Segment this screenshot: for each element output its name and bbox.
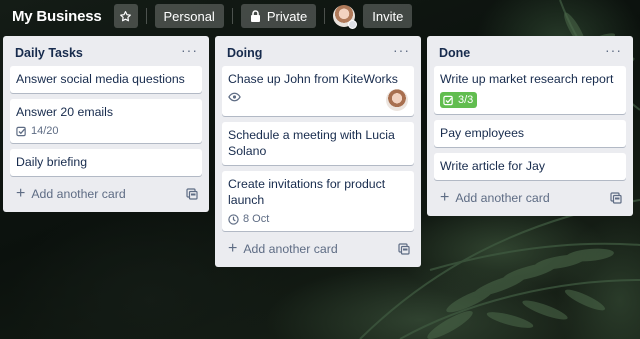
card-badges: 3/3	[440, 92, 619, 108]
card-title: Create invitations for product launch	[228, 177, 386, 207]
list-title[interactable]: Doing	[227, 46, 262, 60]
card[interactable]: Pay employees	[434, 120, 626, 147]
checklist-count: 14/20	[31, 125, 59, 137]
admin-badge-icon	[348, 20, 358, 29]
add-card-button[interactable]: + Add another card	[440, 189, 550, 206]
clock-icon	[228, 213, 239, 225]
card-title: Pay employees	[440, 126, 525, 140]
add-card-label: Add another card	[31, 187, 126, 201]
card-badges: 8 Oct	[228, 213, 407, 225]
card-title: Answer 20 emails	[16, 105, 114, 119]
add-card-label: Add another card	[243, 242, 338, 256]
due-date-badge: 8 Oct	[228, 213, 269, 225]
card[interactable]: Answer social media questions	[10, 66, 202, 93]
checklist-icon	[443, 95, 453, 105]
star-button[interactable]	[113, 4, 138, 28]
eye-icon	[228, 92, 241, 102]
list-title[interactable]: Done	[439, 46, 470, 60]
list-header[interactable]: Daily Tasks ···	[10, 40, 202, 66]
card-template-icon[interactable]	[398, 243, 410, 255]
add-card-row[interactable]: + Add another card	[10, 182, 202, 206]
card-title: Daily briefing	[16, 155, 88, 169]
list-title[interactable]: Daily Tasks	[15, 46, 83, 60]
list-menu-icon[interactable]: ···	[181, 43, 198, 60]
card-badges: 14/20	[16, 125, 195, 137]
list-header[interactable]: Done ···	[434, 40, 626, 66]
lock-icon	[250, 10, 260, 22]
board-header: My Business Personal Private Invite	[0, 0, 640, 32]
card-title: Answer social media questions	[16, 72, 185, 86]
checklist-complete-badge: 3/3	[440, 92, 478, 108]
card-member-avatar[interactable]	[386, 89, 408, 111]
card[interactable]: Create invitations for product launch 8 …	[222, 171, 414, 231]
card-title: Write up market research report	[440, 72, 614, 86]
card-title: Chase up John from KiteWorks	[228, 72, 398, 86]
card-title: Write article for Jay	[440, 159, 546, 173]
header-divider	[324, 8, 326, 24]
card[interactable]: Write article for Jay	[434, 153, 626, 180]
header-divider	[231, 8, 233, 24]
plus-icon: +	[16, 185, 26, 202]
list-menu-icon[interactable]: ···	[393, 43, 410, 60]
list-doing: Doing ··· Chase up John from KiteWorks S…	[215, 36, 421, 267]
card-template-icon[interactable]	[186, 188, 198, 200]
star-icon	[120, 10, 131, 21]
board-title[interactable]: My Business	[12, 8, 102, 25]
add-card-row[interactable]: + Add another card	[222, 237, 414, 261]
checklist-icon	[16, 126, 26, 136]
due-date: 8 Oct	[243, 213, 270, 225]
add-card-row[interactable]: + Add another card	[434, 186, 626, 210]
add-card-button[interactable]: + Add another card	[16, 185, 126, 202]
add-card-label: Add another card	[455, 191, 550, 205]
invite-label: Invite	[372, 8, 404, 24]
plus-icon: +	[228, 240, 238, 257]
workspace-button[interactable]: Personal	[154, 4, 224, 28]
checklist-count: 3/3	[458, 94, 474, 106]
card-title: Schedule a meeting with Lucia Solano	[228, 128, 395, 158]
member-avatar[interactable]	[333, 5, 358, 29]
card[interactable]: Answer 20 emails 14/20	[10, 99, 202, 143]
checklist-badge: 14/20	[16, 125, 59, 137]
invite-button[interactable]: Invite	[363, 4, 413, 28]
list-header[interactable]: Doing ···	[222, 40, 414, 66]
add-card-button[interactable]: + Add another card	[228, 240, 338, 257]
visibility-label: Private	[266, 8, 308, 24]
card-template-icon[interactable]	[610, 192, 622, 204]
header-divider	[145, 8, 147, 24]
card-badges	[228, 92, 407, 102]
workspace-label: Personal	[163, 8, 215, 24]
list-done: Done ··· Write up market research report…	[427, 36, 633, 216]
list-menu-icon[interactable]: ···	[605, 43, 622, 60]
card[interactable]: Chase up John from KiteWorks	[222, 66, 414, 116]
card[interactable]: Daily briefing	[10, 149, 202, 176]
card[interactable]: Write up market research report 3/3	[434, 66, 626, 114]
list-daily-tasks: Daily Tasks ··· Answer social media ques…	[3, 36, 209, 212]
visibility-button[interactable]: Private	[240, 4, 317, 28]
card[interactable]: Schedule a meeting with Lucia Solano	[222, 122, 414, 165]
plus-icon: +	[440, 189, 450, 206]
